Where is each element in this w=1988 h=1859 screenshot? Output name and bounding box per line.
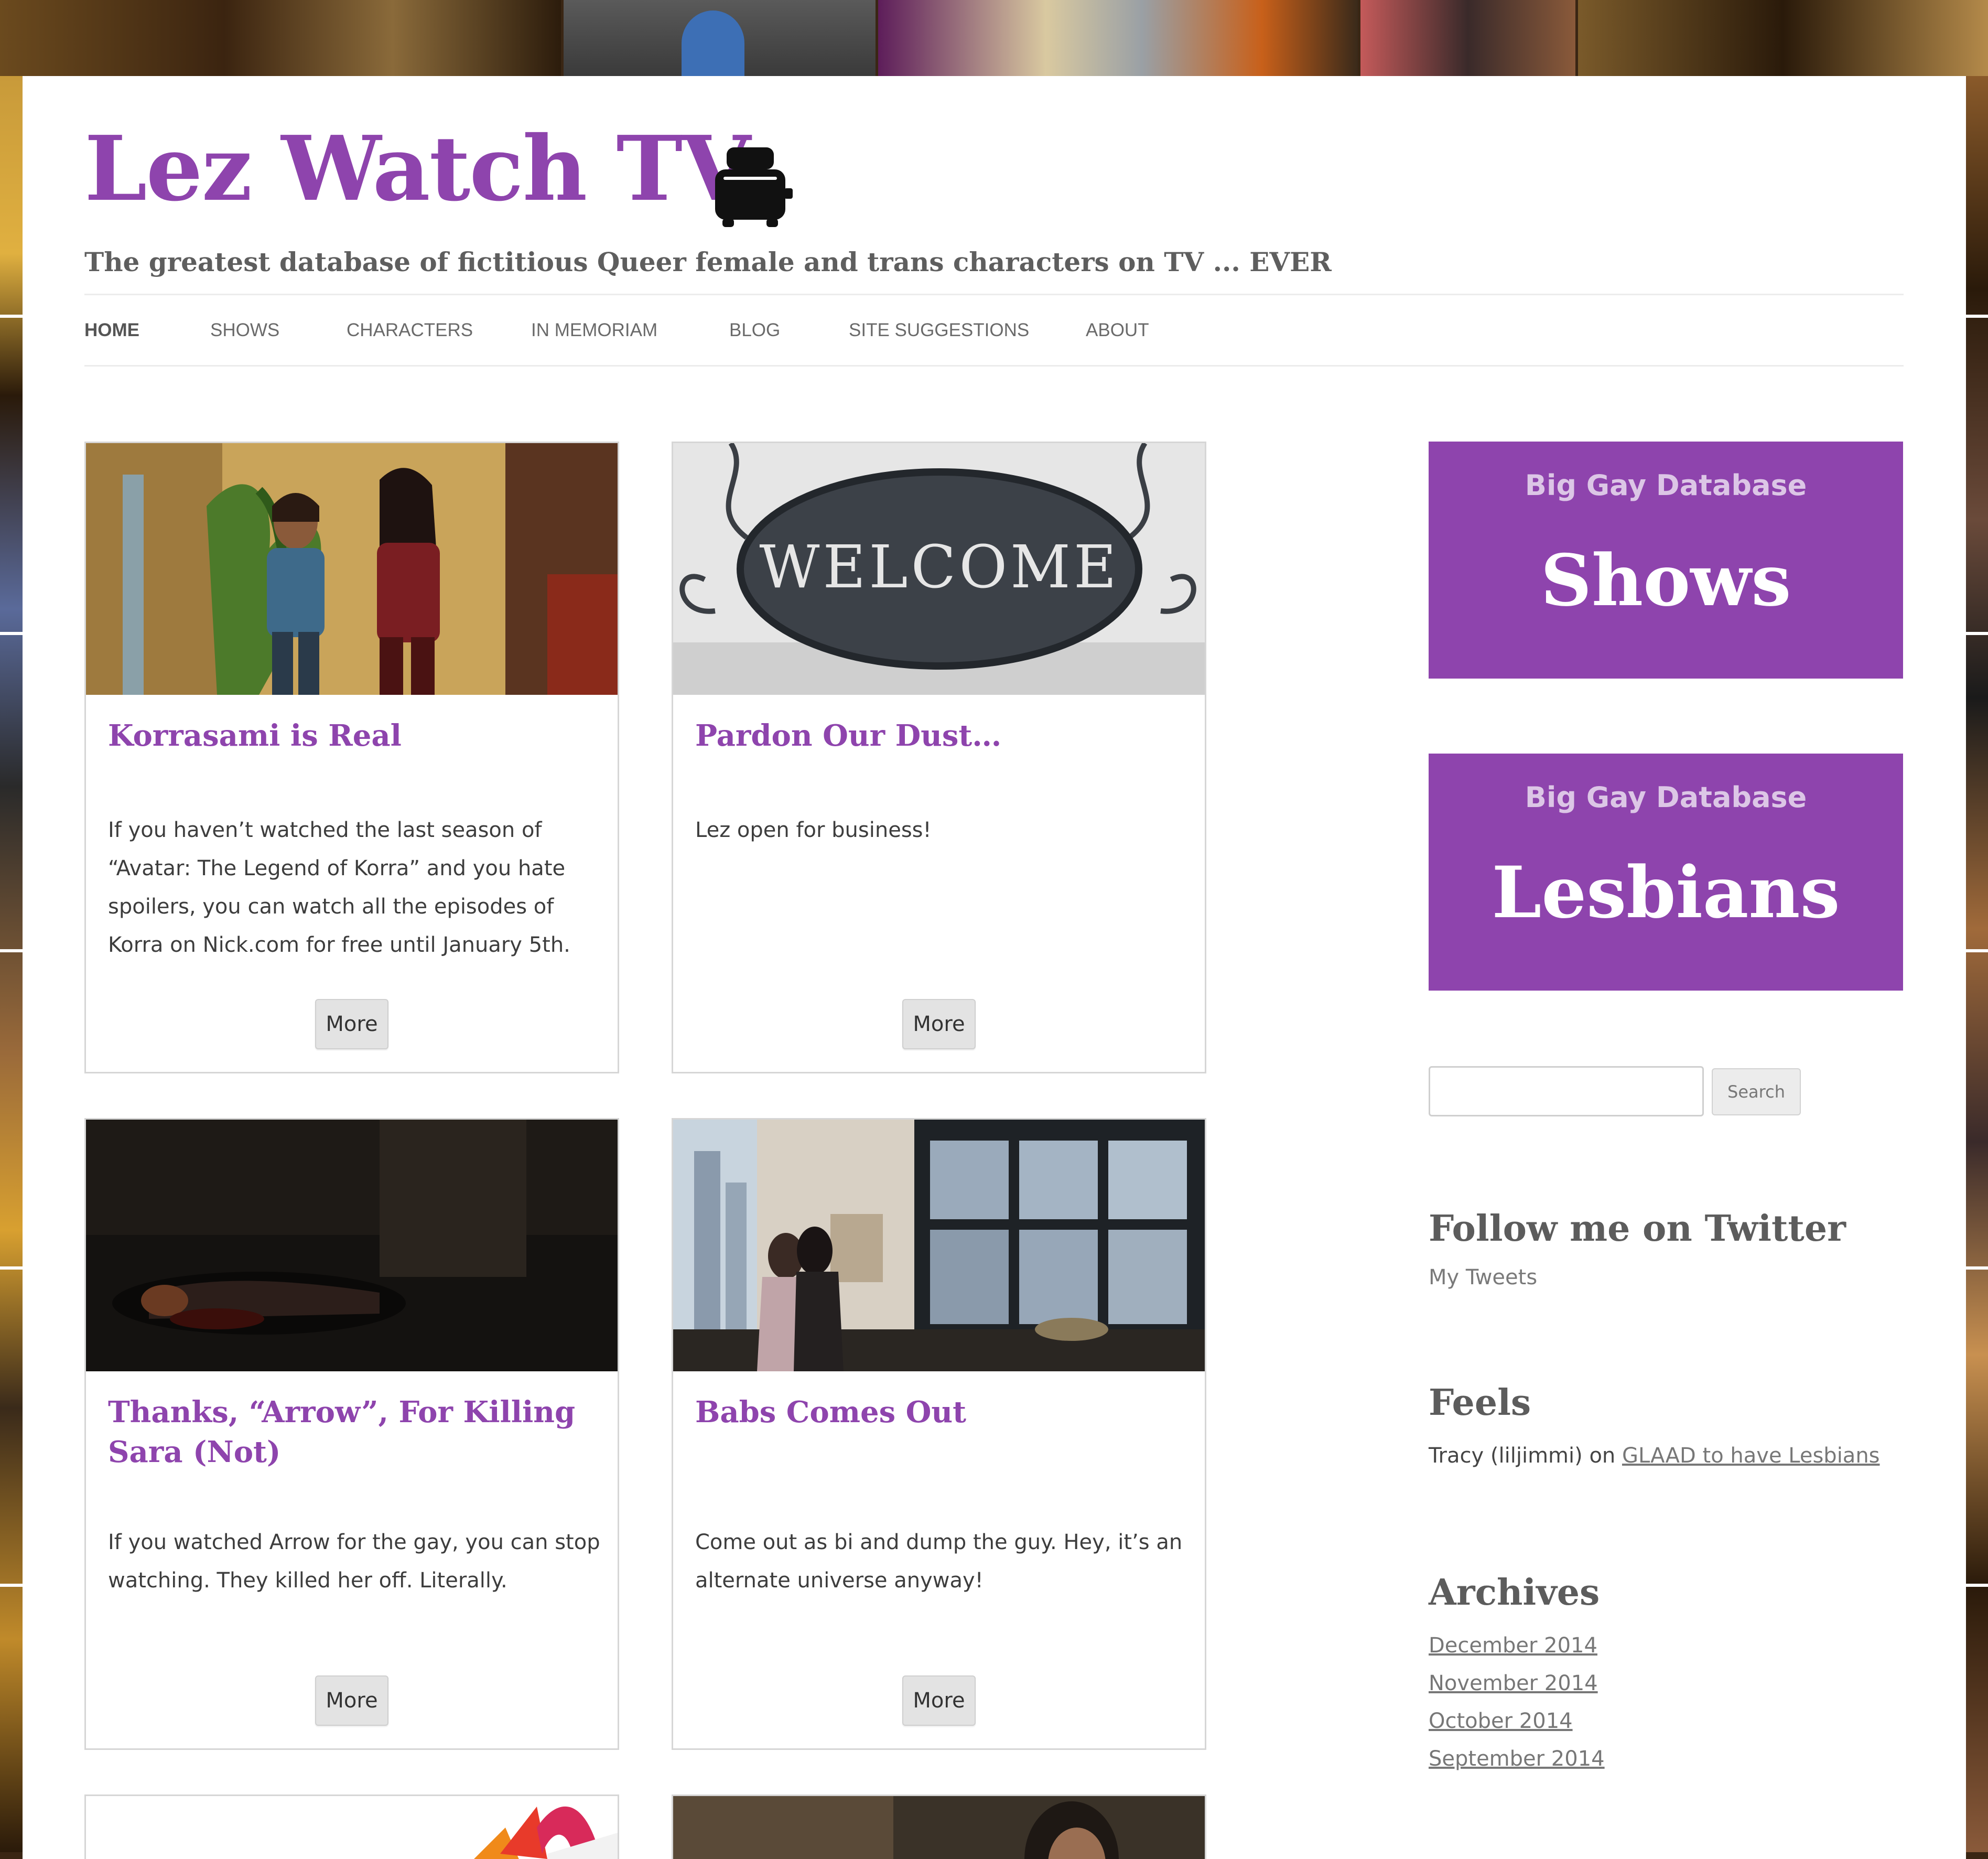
more-button[interactable]: More — [902, 1675, 976, 1726]
archive-link-label[interactable]: October 2014 — [1429, 1709, 1573, 1733]
archive-link[interactable]: December 2014 — [1429, 1634, 1597, 1658]
post-thumbnail[interactable] — [673, 1120, 1205, 1371]
archive-link-label[interactable]: September 2014 — [1429, 1747, 1605, 1771]
post-card — [672, 1794, 1206, 1859]
post-excerpt: If you watched Arrow for the gay, you ca… — [108, 1530, 600, 1593]
post-title[interactable]: Thanks, “Arrow”, For Killing Sara (Not) — [108, 1392, 601, 1472]
feels-widget-title: Feels — [1429, 1382, 1531, 1424]
recent-comment: Tracy (liljimmi) on GLAAD to have Lesbia… — [1429, 1444, 1880, 1468]
post-title[interactable]: Babs Comes Out — [695, 1392, 1188, 1432]
archive-link[interactable]: November 2014 — [1429, 1671, 1598, 1695]
post-title[interactable]: Pardon Our Dust… — [695, 716, 1188, 756]
more-button[interactable]: More — [315, 999, 388, 1049]
search-button[interactable]: Search — [1712, 1068, 1801, 1115]
comment-connector: on — [1589, 1444, 1616, 1468]
comment-author: Tracy (liljimmi) — [1429, 1444, 1583, 1468]
twitter-widget-title: Follow me on Twitter — [1429, 1208, 1846, 1250]
nav-about[interactable]: ABOUT — [1086, 295, 1149, 365]
search-input[interactable] — [1429, 1066, 1704, 1116]
archive-link-label[interactable]: December 2014 — [1429, 1634, 1597, 1658]
promo-label: Lesbians — [1492, 851, 1840, 934]
post-card: Korrasami is Real If you haven’t watched… — [84, 442, 619, 1073]
nav-characters[interactable]: CHARACTERS — [347, 295, 473, 365]
post-card: Thanks, “Arrow”, For Killing Sara (Not) … — [84, 1118, 619, 1750]
promo-shows[interactable]: Big Gay Database Shows — [1429, 442, 1903, 679]
promo-lesbians[interactable]: Big Gay Database Lesbians — [1429, 754, 1903, 991]
nav-site-suggestions[interactable]: SITE SUGGESTIONS — [849, 295, 1029, 365]
promo-label: Shows — [1540, 539, 1791, 622]
nav-home[interactable]: HOME — [84, 295, 139, 365]
post-card: WELCOME Pardon Our Dust… Lez open for bu… — [672, 442, 1206, 1073]
comment-post-link[interactable]: GLAAD to have Lesbians — [1622, 1444, 1880, 1468]
archives-widget-title: Archives — [1429, 1572, 1600, 1614]
archive-link[interactable]: September 2014 — [1429, 1747, 1605, 1771]
post-excerpt: Lez open for business! — [695, 818, 932, 842]
post-thumbnail[interactable] — [673, 1796, 1205, 1859]
welcome-sign-text: WELCOME — [759, 533, 1119, 601]
post-thumbnail[interactable] — [86, 1796, 618, 1859]
post-card: Babs Comes Out Come out as bi and dump t… — [672, 1118, 1206, 1750]
archive-link-label[interactable]: November 2014 — [1429, 1671, 1598, 1695]
more-button[interactable]: More — [902, 999, 976, 1049]
main-navigation: HOME SHOWS CHARACTERS IN MEMORIAM BLOG S… — [84, 294, 1904, 367]
promo-kicker: Big Gay Database — [1525, 781, 1807, 814]
promo-kicker: Big Gay Database — [1525, 469, 1807, 502]
nav-shows[interactable]: SHOWS — [210, 295, 279, 365]
site-description: The greatest database of fictitious Quee… — [84, 246, 1332, 277]
page-container: Lez Watch TV The greatest database of fi… — [23, 76, 1966, 1859]
post-thumbnail[interactable] — [86, 443, 618, 695]
site-title[interactable]: Lez Watch TV — [84, 114, 751, 224]
nav-blog[interactable]: BLOG — [729, 295, 780, 365]
archive-link[interactable]: October 2014 — [1429, 1709, 1573, 1733]
toaster-icon — [715, 147, 793, 227]
post-excerpt: If you haven’t watched the last season o… — [108, 818, 570, 957]
nav-in-memoriam[interactable]: IN MEMORIAM — [531, 295, 657, 365]
more-button[interactable]: More — [315, 1675, 388, 1726]
post-thumbnail[interactable] — [86, 1120, 618, 1371]
post-thumbnail[interactable]: WELCOME — [673, 443, 1205, 695]
post-title[interactable]: Korrasami is Real — [108, 716, 601, 756]
post-excerpt: Come out as bi and dump the guy. Hey, it… — [695, 1530, 1183, 1593]
my-tweets-link[interactable]: My Tweets — [1429, 1265, 1537, 1290]
post-card — [84, 1794, 619, 1859]
